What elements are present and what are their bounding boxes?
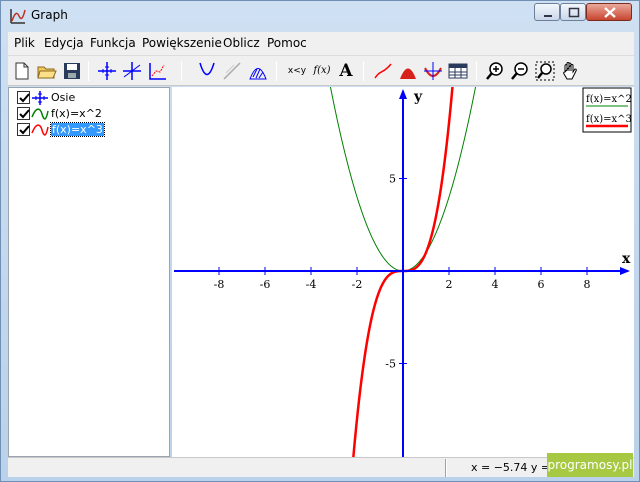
table-button[interactable]: [447, 60, 469, 82]
edit-function-button[interactable]: f(x): [311, 60, 333, 82]
function-label-selected: f(x)=x^3: [50, 122, 105, 137]
toolbar-separator: [181, 61, 182, 81]
inequality-button[interactable]: x<y: [284, 60, 310, 82]
area-icon: [400, 68, 416, 79]
checkmark-icon: [19, 93, 30, 103]
insert-axes-icon: [98, 62, 116, 80]
menu-plik[interactable]: Plik: [14, 36, 35, 50]
y-tick-label: 5: [389, 173, 396, 186]
insert-tangent-icon: [223, 62, 241, 80]
status-bar: x = −5.74 y =: [8, 457, 634, 477]
curve-icon: [31, 124, 49, 136]
y-tick-label: -5: [385, 358, 396, 371]
zoom-out-icon: [511, 62, 528, 80]
insert-shading-icon: [249, 68, 267, 80]
maximize-icon: [568, 7, 580, 18]
save-icon: [64, 63, 80, 79]
x-tick-label: -6: [260, 278, 271, 291]
function-checkbox[interactable]: [17, 107, 30, 120]
x-tick-label: 4: [492, 278, 499, 291]
menu-bar: Plik Edycja Funkcja Powiększenie Oblicz …: [8, 32, 634, 56]
x-tick-label: -4: [306, 278, 317, 291]
function-label: f(x)=x^2: [51, 107, 102, 120]
x-tick-label: -8: [214, 278, 225, 291]
minimize-icon: [544, 15, 552, 17]
plot-svg[interactable]: -8 -6 -4 -2 2 4 6 8 -5 5 x y f(x)=x^2 f(x)=x^3: [172, 49, 634, 482]
insert-function-icon: [199, 62, 215, 76]
maximize-button[interactable]: [560, 3, 586, 21]
toolbar-separator: [88, 61, 89, 81]
x-axis-label: x: [622, 251, 631, 267]
insert-grid-icon: [123, 62, 141, 80]
trendline-button[interactable]: [372, 60, 394, 82]
y-axis-arrow: [399, 89, 407, 99]
x-tick-label: 8: [584, 278, 591, 291]
axes-checkbox[interactable]: [17, 91, 30, 104]
legend-entry-label: f(x)=x^3: [586, 114, 632, 125]
insert-grid-button[interactable]: [121, 60, 143, 82]
status-separator: [445, 459, 447, 477]
zoom-window-button[interactable]: [534, 60, 556, 82]
checkmark-icon: [19, 125, 30, 135]
zoom-in-button[interactable]: [484, 60, 506, 82]
checkmark-icon: [19, 109, 30, 119]
insert-shading-button[interactable]: [247, 60, 269, 82]
function-list: Osie f(x)=x^2 f(x)=x^3: [8, 87, 170, 457]
x-tick-label: 6: [538, 278, 545, 291]
new-file-icon: [15, 62, 29, 80]
toolbar: x<y f(x) A: [8, 56, 634, 86]
close-icon: [604, 7, 616, 18]
minimize-button[interactable]: [534, 3, 560, 21]
zoom-in-icon: [486, 62, 503, 80]
graph-canvas[interactable]: -8 -6 -4 -2 2 4 6 8 -5 5 x y f(x)=x^2 f(x)=x^3: [172, 49, 634, 482]
menu-pomoc[interactable]: Pomoc: [267, 36, 307, 50]
x-axis-arrow: [620, 267, 630, 275]
menu-powiekszenie[interactable]: Powiększenie: [142, 36, 222, 50]
open-folder-icon: [37, 66, 57, 79]
x-tick-label: -2: [352, 278, 363, 291]
y-axis-label: y: [413, 89, 423, 105]
evaluate-button[interactable]: [422, 60, 444, 82]
watermark-badge: programosy.pl: [547, 453, 633, 477]
new-file-button[interactable]: [11, 60, 33, 82]
toolbar-separator: [476, 61, 477, 81]
pan-hand-icon: [563, 62, 577, 80]
trendline-icon: [374, 63, 392, 79]
menu-oblicz[interactable]: Oblicz: [223, 36, 260, 50]
legend[interactable]: f(x)=x^2 f(x)=x^3: [582, 87, 632, 133]
open-button[interactable]: [36, 60, 58, 82]
save-button[interactable]: [61, 60, 83, 82]
toolbar-separator: [363, 61, 364, 81]
title-bar[interactable]: Graph: [1, 1, 639, 31]
app-window: Graph Plik Edycja Funkcja Powiększenie O…: [0, 0, 640, 482]
insert-points-icon: [149, 63, 166, 80]
cursor-coordinates: x = −5.74 y =: [471, 461, 551, 474]
axes-label: Osie: [51, 91, 76, 104]
insert-text-button[interactable]: A: [335, 60, 357, 82]
table-icon: [448, 63, 468, 79]
axes-icon: [32, 91, 48, 105]
menu-funkcja[interactable]: Funkcja: [90, 36, 136, 50]
toolbar-separator: [276, 61, 277, 81]
insert-points-button[interactable]: [146, 60, 168, 82]
evaluate-icon: [424, 62, 442, 80]
pan-button[interactable]: [559, 60, 581, 82]
zoom-window-icon: [535, 61, 555, 81]
graph-app-icon: [10, 9, 26, 24]
function-checkbox[interactable]: [17, 123, 30, 136]
curve-icon: [31, 108, 49, 120]
zoom-out-button[interactable]: [509, 60, 531, 82]
area-button[interactable]: [397, 60, 419, 82]
insert-tangent-button[interactable]: [221, 60, 243, 82]
window-title: Graph: [31, 8, 68, 22]
legend-entry-label: f(x)=x^2: [586, 94, 632, 105]
insert-function-button[interactable]: [196, 60, 218, 82]
insert-axes-button[interactable]: [96, 60, 118, 82]
menu-edycja[interactable]: Edycja: [44, 36, 84, 50]
close-button[interactable]: [586, 3, 632, 21]
x-tick-label: 2: [446, 278, 453, 291]
